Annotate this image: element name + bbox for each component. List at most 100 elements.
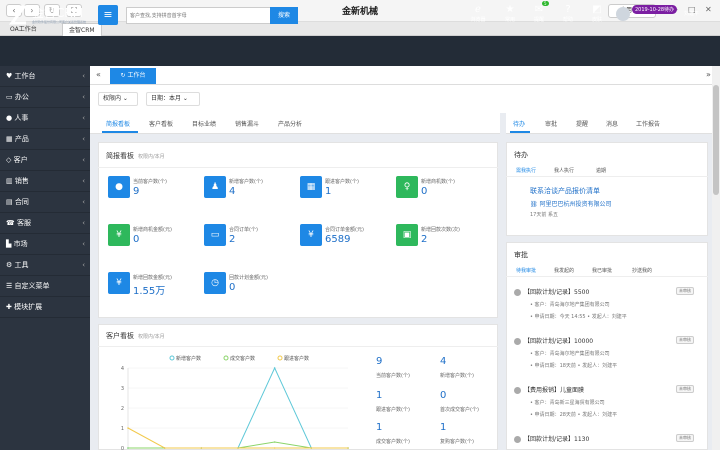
- stat-new-opportunities[interactable]: ♀: [396, 176, 418, 198]
- stat-new-customers[interactable]: ♟: [204, 176, 226, 198]
- kpi-value: 1: [376, 422, 383, 433]
- stat-followup-customers[interactable]: ▦: [300, 176, 322, 198]
- stat-contract-orders[interactable]: ▭: [204, 224, 226, 246]
- stat-payment-amount[interactable]: ¥: [108, 272, 130, 294]
- tab-customer-board[interactable]: 客户看板: [149, 119, 173, 128]
- sidebar-item-extensions[interactable]: ✚ 模块扩展: [0, 297, 90, 318]
- search-input[interactable]: [126, 7, 272, 24]
- todo-tab-mine[interactable]: 需我执行: [516, 167, 536, 174]
- user-name[interactable]: 刘建平: [684, 10, 699, 17]
- tab-target-performance[interactable]: 目标业绩: [192, 119, 216, 128]
- tabs-scroll-left-icon[interactable]: «: [96, 70, 101, 79]
- tabs-scroll-right-icon[interactable]: »: [706, 70, 711, 79]
- stat-contract-amount[interactable]: ¥: [300, 224, 322, 246]
- approval-tab-initiated[interactable]: 我发起的: [554, 267, 574, 274]
- stat-value: 9: [133, 186, 140, 197]
- approval-item-title[interactable]: 【回款计划/记录】10000: [524, 336, 593, 345]
- todo-tab-overdue[interactable]: 逾期: [596, 167, 606, 174]
- approval-item-title[interactable]: 【回款计划/记录】1130: [524, 434, 589, 443]
- chevron-left-icon: ‹: [82, 135, 85, 143]
- scope-select[interactable]: 权限内 ⌄: [98, 92, 138, 106]
- yen-icon: ¥: [108, 272, 130, 294]
- close-icon[interactable]: ✕: [705, 5, 712, 14]
- browser-button[interactable]: ℯ 浏览器: [465, 4, 491, 23]
- sidebar-item-tools[interactable]: ⚙ 工具 ‹: [0, 255, 90, 276]
- data-point: [127, 447, 129, 449]
- approval-item-meta: • 申请日期：今天 14:55 • 发起人：刘建平: [530, 314, 627, 320]
- skin-icon: ◩: [592, 4, 602, 15]
- link-icon: ⛓: [530, 201, 538, 208]
- active-tab-underline: [510, 131, 530, 133]
- yen-icon: ¥: [300, 224, 322, 246]
- search-button[interactable]: 搜索: [270, 7, 298, 24]
- sidebar-item-market[interactable]: ▙ 市场 ‹: [0, 234, 90, 255]
- tab-workbench[interactable]: ↻ 工作台: [110, 68, 156, 84]
- reminder-button[interactable]: ✉ 提醒: [526, 4, 552, 23]
- tab-brief-board[interactable]: 简报看板: [106, 119, 130, 128]
- scrollbar-thumb[interactable]: [713, 85, 719, 195]
- sidebar-item-contract[interactable]: ▤ 合同 ‹: [0, 192, 90, 213]
- tab-sales-funnel[interactable]: 销售漏斗: [235, 119, 259, 128]
- help-button[interactable]: ? 帮助: [555, 4, 581, 23]
- sidebar-item-sales[interactable]: ▥ 销售 ‹: [0, 171, 90, 192]
- bell-icon: ✉: [534, 4, 544, 15]
- date-badge[interactable]: 2019-10-28待办: [632, 5, 678, 14]
- brief-board-title: 简报看板 权限内/本月: [106, 152, 165, 160]
- y-tick-label: 3: [121, 386, 124, 392]
- stat-value: 0: [133, 234, 140, 245]
- stat-current-customers[interactable]: ●: [108, 176, 130, 198]
- sidebar-item-customer[interactable]: ◇ 客户 ‹: [0, 150, 90, 171]
- approval-item-meta: • 申请日期：18天前 • 发起人：刘建平: [530, 363, 618, 369]
- sidebar-item-office[interactable]: ▭ 办公 ‹: [0, 87, 90, 108]
- approval-item-customer: • 客户：青岛海尔地产集团有限公司: [530, 351, 610, 357]
- approval-tab-approved[interactable]: 我已审批: [592, 267, 612, 274]
- todo-item-company[interactable]: ⛓ 阿里巴巴杭州投资有限公司: [530, 199, 612, 208]
- skin-button[interactable]: ◩ 皮肤: [584, 4, 610, 23]
- sidebar-item-hr[interactable]: ● 人事 ‹: [0, 108, 90, 129]
- kpi-value: 1: [376, 390, 383, 401]
- stat-value: 4: [229, 186, 236, 197]
- date-select[interactable]: 日期：本月 ⌄: [146, 92, 200, 106]
- legend-label: 新增客户数: [176, 355, 201, 362]
- avatar[interactable]: [616, 7, 630, 21]
- stat-value: 1: [325, 186, 332, 197]
- tab-reminder[interactable]: 提醒: [576, 119, 588, 128]
- sidebar-item-custom-menu[interactable]: ☰ 自定义菜单: [0, 276, 90, 297]
- todo-tab-others[interactable]: 我人执行: [554, 167, 574, 174]
- approval-item-title[interactable]: 【费用报销】儿童面膜: [524, 385, 584, 394]
- sidebar-item-workbench[interactable]: ♥ 工作台 ‹: [0, 66, 90, 87]
- data-point: [273, 367, 276, 369]
- approval-tab-pending[interactable]: 待我审批: [516, 267, 536, 274]
- stat-label: 当前客户数(个): [133, 179, 167, 185]
- tab-approval[interactable]: 审批: [545, 119, 557, 128]
- tab-product-analysis[interactable]: 产品分析: [278, 119, 302, 128]
- sidebar: ♥ 工作台 ‹ ▭ 办公 ‹ ● 人事 ‹ ▦ 产品 ‹ ◇ 客户 ‹ ▥ 销售 ‹ ▤ 合…: [0, 66, 90, 450]
- favorites-button[interactable]: ★ 常用: [497, 4, 523, 23]
- stat-value: 0: [229, 282, 236, 293]
- tab-todo[interactable]: 待办: [513, 119, 525, 128]
- todo-item-title[interactable]: 联系洽谈产品报价清单: [530, 186, 600, 196]
- approval-item-title[interactable]: 【回款计划/记录】5500: [524, 287, 589, 296]
- y-tick-label: 4: [121, 366, 124, 372]
- y-tick-label: 2: [121, 406, 124, 412]
- chevron-left-icon: ‹: [82, 72, 85, 80]
- ie-icon: ℯ: [475, 4, 481, 15]
- stat-payment-plan[interactable]: ◷: [204, 272, 226, 294]
- y-tick-label: 1: [121, 426, 124, 432]
- data-point: [310, 447, 313, 449]
- stat-value: 6589: [325, 234, 351, 245]
- tab-messages[interactable]: 消息: [606, 119, 618, 128]
- yen-icon: ¥: [108, 224, 130, 246]
- sidebar-item-product[interactable]: ▦ 产品 ‹: [0, 129, 90, 150]
- sidebar-item-service[interactable]: ☎ 客服 ‹: [0, 213, 90, 234]
- tab-work-report[interactable]: 工作报告: [636, 119, 660, 128]
- legend-label: 成交客户数: [230, 355, 255, 362]
- person-icon: ●: [6, 114, 13, 122]
- market-icon: ▙: [6, 240, 12, 248]
- bulb-icon: ♀: [396, 176, 418, 198]
- stat-opportunity-amount[interactable]: ¥: [108, 224, 130, 246]
- tab-crm[interactable]: 金智CRM: [62, 23, 102, 36]
- menu-toggle-button[interactable]: ≡: [98, 5, 118, 25]
- stat-new-payments[interactable]: ▣: [396, 224, 418, 246]
- approval-tab-cc[interactable]: 抄送我的: [632, 267, 652, 274]
